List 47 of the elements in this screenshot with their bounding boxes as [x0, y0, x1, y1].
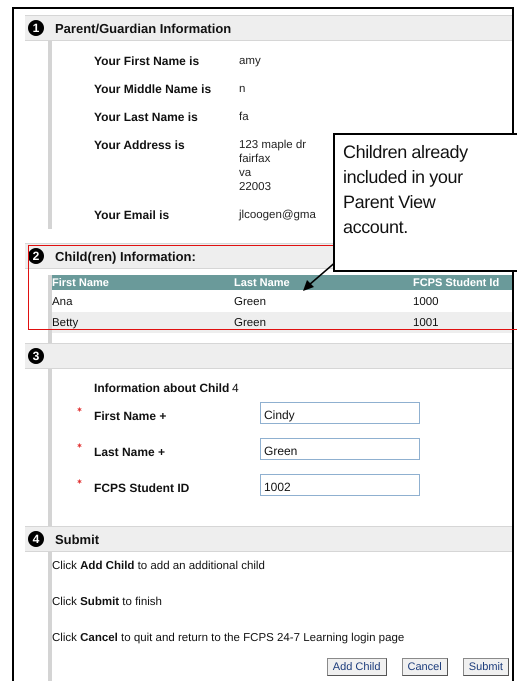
field-label: Your Last Name is [94, 110, 199, 124]
table-cell: 1000 [413, 296, 439, 308]
column-header: Last Name [234, 276, 291, 288]
table-cell-text: Green [234, 296, 267, 308]
table-cell-text: Betty [52, 316, 80, 328]
section-title: Child(ren) Information: [55, 248, 196, 264]
field-value: amy [239, 54, 261, 68]
input-field[interactable]: Green [260, 438, 420, 460]
step-number: 3 [28, 348, 44, 364]
callout-text: Parent View [343, 191, 436, 214]
table-cell: 1001 [413, 316, 439, 328]
field-label: Your First Name is [94, 54, 200, 68]
field-label: First Name + [94, 409, 168, 423]
form-button[interactable]: Submit [462, 658, 509, 676]
step-number: 2 [28, 248, 44, 264]
field-value: va [239, 166, 252, 180]
form-button[interactable]: Cancel [402, 658, 448, 676]
column-header: First Name [52, 276, 110, 288]
field-value: jlcoogen@gma [239, 208, 316, 222]
column-header: FCPS Student Id [413, 276, 500, 288]
instruction-text: Click Submit to finish [52, 595, 163, 609]
section-title: Parent/Guardian Information [55, 20, 232, 36]
field-value: fairfax [239, 152, 272, 166]
input-field[interactable]: 1002 [260, 474, 420, 496]
callout-text: Children already [343, 141, 468, 164]
instruction-text: Click Cancel to quit and return to the FCPS 24-7 Learning login page [52, 631, 406, 645]
field-label: Your Middle Name is [94, 82, 212, 96]
step-number: 1 [28, 20, 44, 36]
callout-text: account. [343, 216, 408, 239]
field-value: 123 maple dr [239, 138, 306, 152]
callout-text: included in your [343, 166, 463, 189]
instruction-text: Click Add Child to add an additional child [52, 559, 266, 573]
step-number: 4 [28, 531, 44, 547]
field-label: Your Email is [94, 208, 170, 222]
field-value: 22003 [239, 180, 272, 194]
field-label: Your Address is [94, 138, 186, 154]
table-cell-text: Green [234, 316, 267, 328]
table-cell-text: Ana [52, 296, 74, 308]
form-button[interactable]: Add Child [326, 658, 386, 676]
field-value: 4 [232, 381, 239, 395]
input-field[interactable]: Cindy [260, 402, 420, 424]
field-label: FCPS Student ID [94, 481, 190, 495]
field-value: fa [239, 110, 249, 124]
field-label: Information about Child [94, 381, 230, 395]
section-title: Submit [55, 532, 100, 546]
field-label: Last Name + [94, 445, 166, 459]
field-value: n [239, 82, 246, 96]
